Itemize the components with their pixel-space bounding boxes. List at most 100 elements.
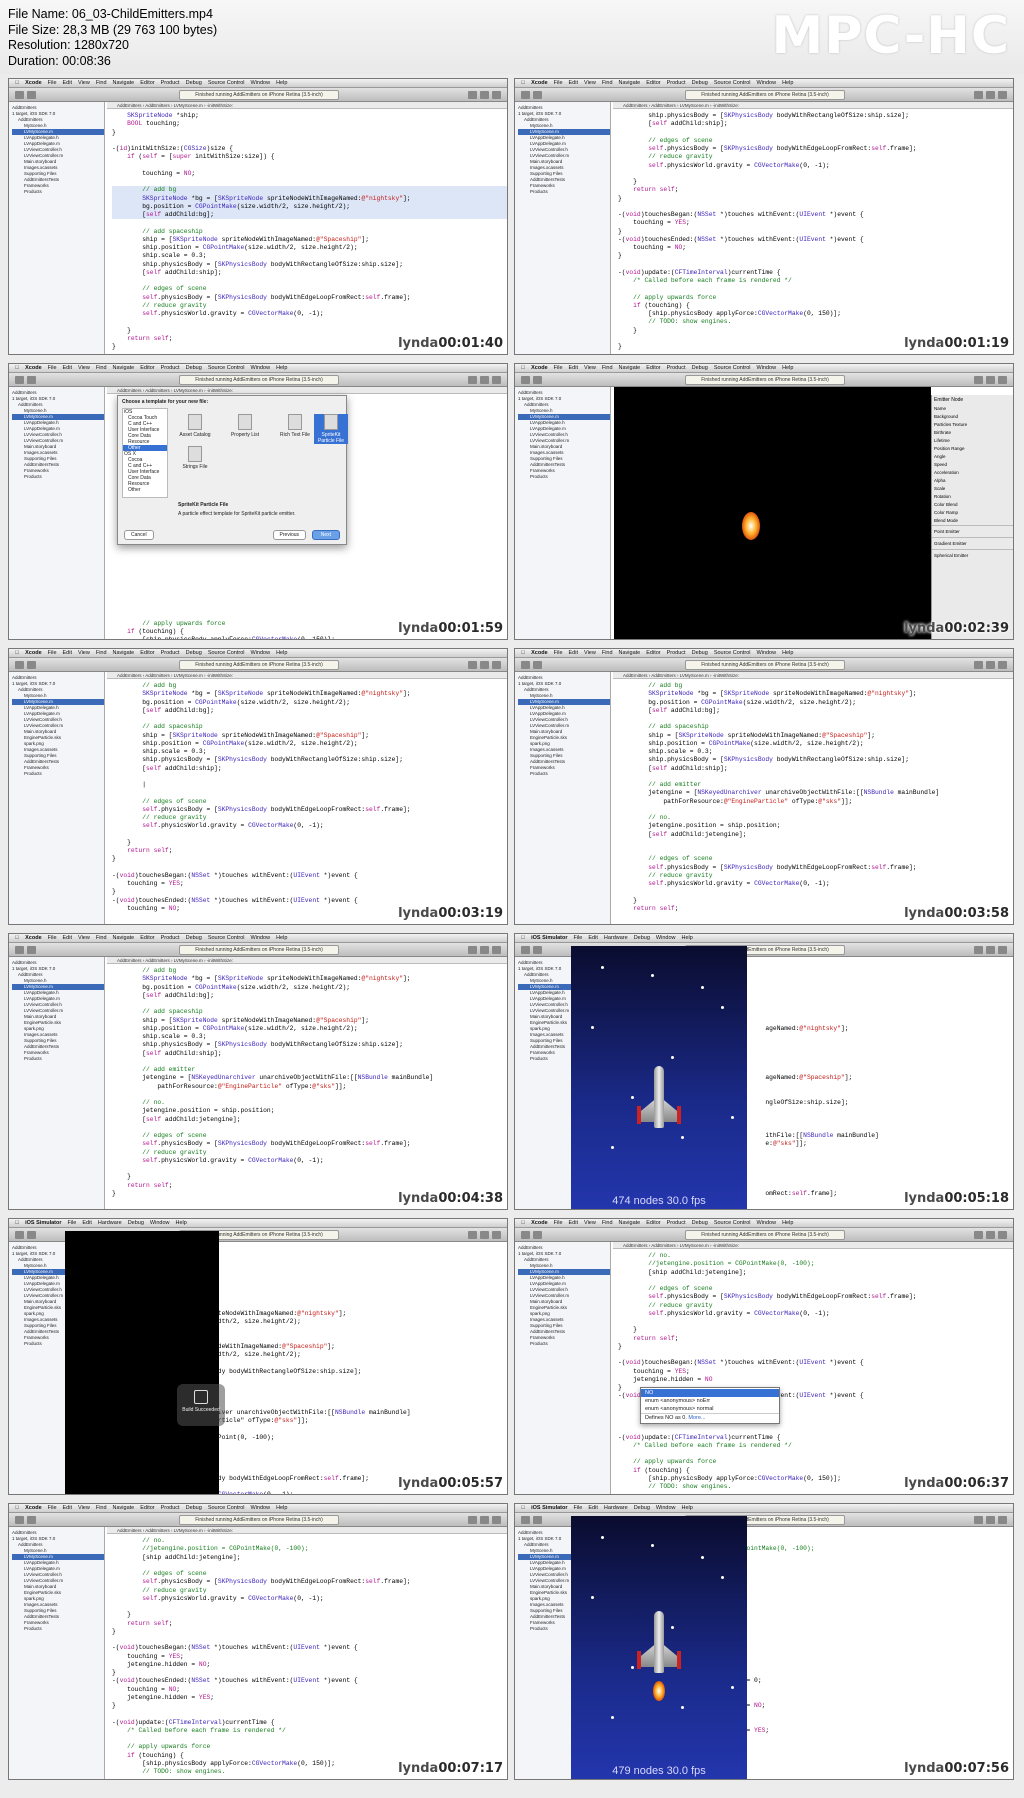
menu-item[interactable]: Navigate [113,80,135,86]
menu-item[interactable]: Xcode [25,365,42,371]
menu-item[interactable]: Source Control [208,1505,245,1511]
menu-item[interactable]: Find [96,1505,107,1511]
menu-item[interactable]: File [554,1220,563,1226]
menu-item[interactable]: View [78,1505,90,1511]
stop-button[interactable] [27,91,36,99]
menu-item[interactable]: Edit [63,1505,72,1511]
menu-item[interactable]: Window [757,80,777,86]
menu-item[interactable]: Product [667,650,686,656]
apple-icon[interactable]:  [521,1505,525,1511]
menu-item[interactable]: Xcode [531,650,548,656]
menu-item[interactable]: iOS Simulator [531,1505,567,1511]
menu-item[interactable]: iOS Simulator [531,935,567,941]
code-editor[interactable]: ship.physicsBody = [SKPhysicsBody bodyWi… [614,110,1013,354]
run-button[interactable] [15,661,24,669]
menu-item[interactable]: Help [681,1505,692,1511]
menu-item[interactable]: File [574,935,583,941]
run-button[interactable] [15,946,24,954]
menu-item[interactable]: View [78,650,90,656]
run-button[interactable] [521,1231,530,1239]
menu-item[interactable]: View [584,365,596,371]
apple-icon[interactable]:  [521,935,525,941]
inspector-row[interactable]: Rotation [932,493,1013,501]
menu-item[interactable]: Help [276,935,287,941]
apple-icon[interactable]:  [521,80,525,86]
inspector-row[interactable]: Particles Texture [932,421,1013,429]
assistant-editor-button[interactable] [480,1231,489,1239]
menu-item[interactable]: View [78,80,90,86]
menu-item[interactable]: File [48,365,57,371]
menu-item[interactable]: View [78,935,90,941]
menu-item[interactable]: Editor [140,80,154,86]
stop-button[interactable] [27,376,36,384]
jump-bar[interactable]: AddEmitters › AddEmitters › LVMyScene.m … [613,672,1013,679]
stop-button[interactable] [533,1516,542,1524]
library-item[interactable]: Gradient Emitter [932,537,1013,549]
assistant-editor-button[interactable] [986,1231,995,1239]
menu-item[interactable]: Edit [63,365,72,371]
view-toggle-button[interactable] [492,1231,501,1239]
menu-item[interactable]: Window [656,935,676,941]
run-button[interactable] [521,661,530,669]
menu-item[interactable]: Product [667,80,686,86]
stop-button[interactable] [27,661,36,669]
menu-item[interactable]: Debug [692,365,708,371]
jump-bar[interactable]: AddEmitters › AddEmitters › LVMyScene.m … [107,102,507,109]
assistant-editor-button[interactable] [986,946,995,954]
menu-item[interactable]: Xcode [25,1505,42,1511]
assistant-editor-button[interactable] [986,661,995,669]
menu-item[interactable]: File [48,80,57,86]
assistant-editor-button[interactable] [480,376,489,384]
template-category[interactable]: Other [123,487,167,493]
menu-item[interactable]: Find [96,80,107,86]
menu-item[interactable]: Debug [186,935,202,941]
menu-item[interactable]: Editor [140,365,154,371]
menu-item[interactable]: Hardware [604,935,628,941]
menu-item[interactable]: Edit [569,1220,578,1226]
menu-item[interactable]: Xcode [25,935,42,941]
code-editor[interactable]: SKSpriteNode *ship; BOOL touching;} -(id… [108,110,507,354]
inspector-row[interactable]: Lifetime [932,437,1013,445]
run-button[interactable] [15,91,24,99]
ios-simulator-screen[interactable]: 474 nodes 30.0 fps [571,946,747,1209]
assistant-editor-button[interactable] [480,91,489,99]
editor-mode-button[interactable] [468,661,477,669]
inspector-row[interactable]: Position Range [932,445,1013,453]
menu-item[interactable]: Window [251,365,271,371]
jump-bar[interactable]: AddEmitters › AddEmitters › LVMyScene.m … [107,387,507,394]
inspector-row[interactable]: Birthrate [932,429,1013,437]
jump-bar[interactable]: AddEmitters › AddEmitters › LVMyScene.m … [613,102,1013,109]
code-editor[interactable]: // add bg SKSpriteNode *bg = [SKSpriteNo… [108,965,507,1209]
menu-item[interactable]: Navigate [113,1505,135,1511]
navigator-item[interactable]: Products [518,189,610,195]
menu-item[interactable]: Debug [634,1505,650,1511]
inspector-row[interactable]: Background [932,413,1013,421]
completion-item[interactable]: NO [641,1389,779,1397]
assistant-editor-button[interactable] [986,376,995,384]
view-toggle-button[interactable] [998,1231,1007,1239]
apple-icon[interactable]:  [15,365,19,371]
editor-mode-button[interactable] [974,1516,983,1524]
run-button[interactable] [521,91,530,99]
inspector-row[interactable]: Scale [932,485,1013,493]
menu-item[interactable]: Help [782,365,793,371]
menu-item[interactable]: Product [667,365,686,371]
apple-icon[interactable]:  [15,1505,19,1511]
menu-item[interactable]: View [584,650,596,656]
menu-item[interactable]: Source Control [208,365,245,371]
menu-item[interactable]: Help [276,80,287,86]
menu-item[interactable]: Window [251,80,271,86]
editor-mode-button[interactable] [468,91,477,99]
navigator-item[interactable]: Products [12,1626,104,1632]
menu-item[interactable]: Source Control [208,935,245,941]
view-toggle-button[interactable] [998,1516,1007,1524]
jump-bar[interactable]: AddEmitters › AddEmitters › LVMyScene.m … [613,1242,1013,1249]
apple-icon[interactable]:  [521,650,525,656]
menu-item[interactable]: File [48,935,57,941]
menu-item[interactable]: Help [782,80,793,86]
menu-item[interactable]: Debug [634,935,650,941]
menu-item[interactable]: Source Control [714,1220,751,1226]
menu-item[interactable]: Window [251,935,271,941]
menu-item[interactable]: Help [276,365,287,371]
menu-item[interactable]: Help [782,1220,793,1226]
